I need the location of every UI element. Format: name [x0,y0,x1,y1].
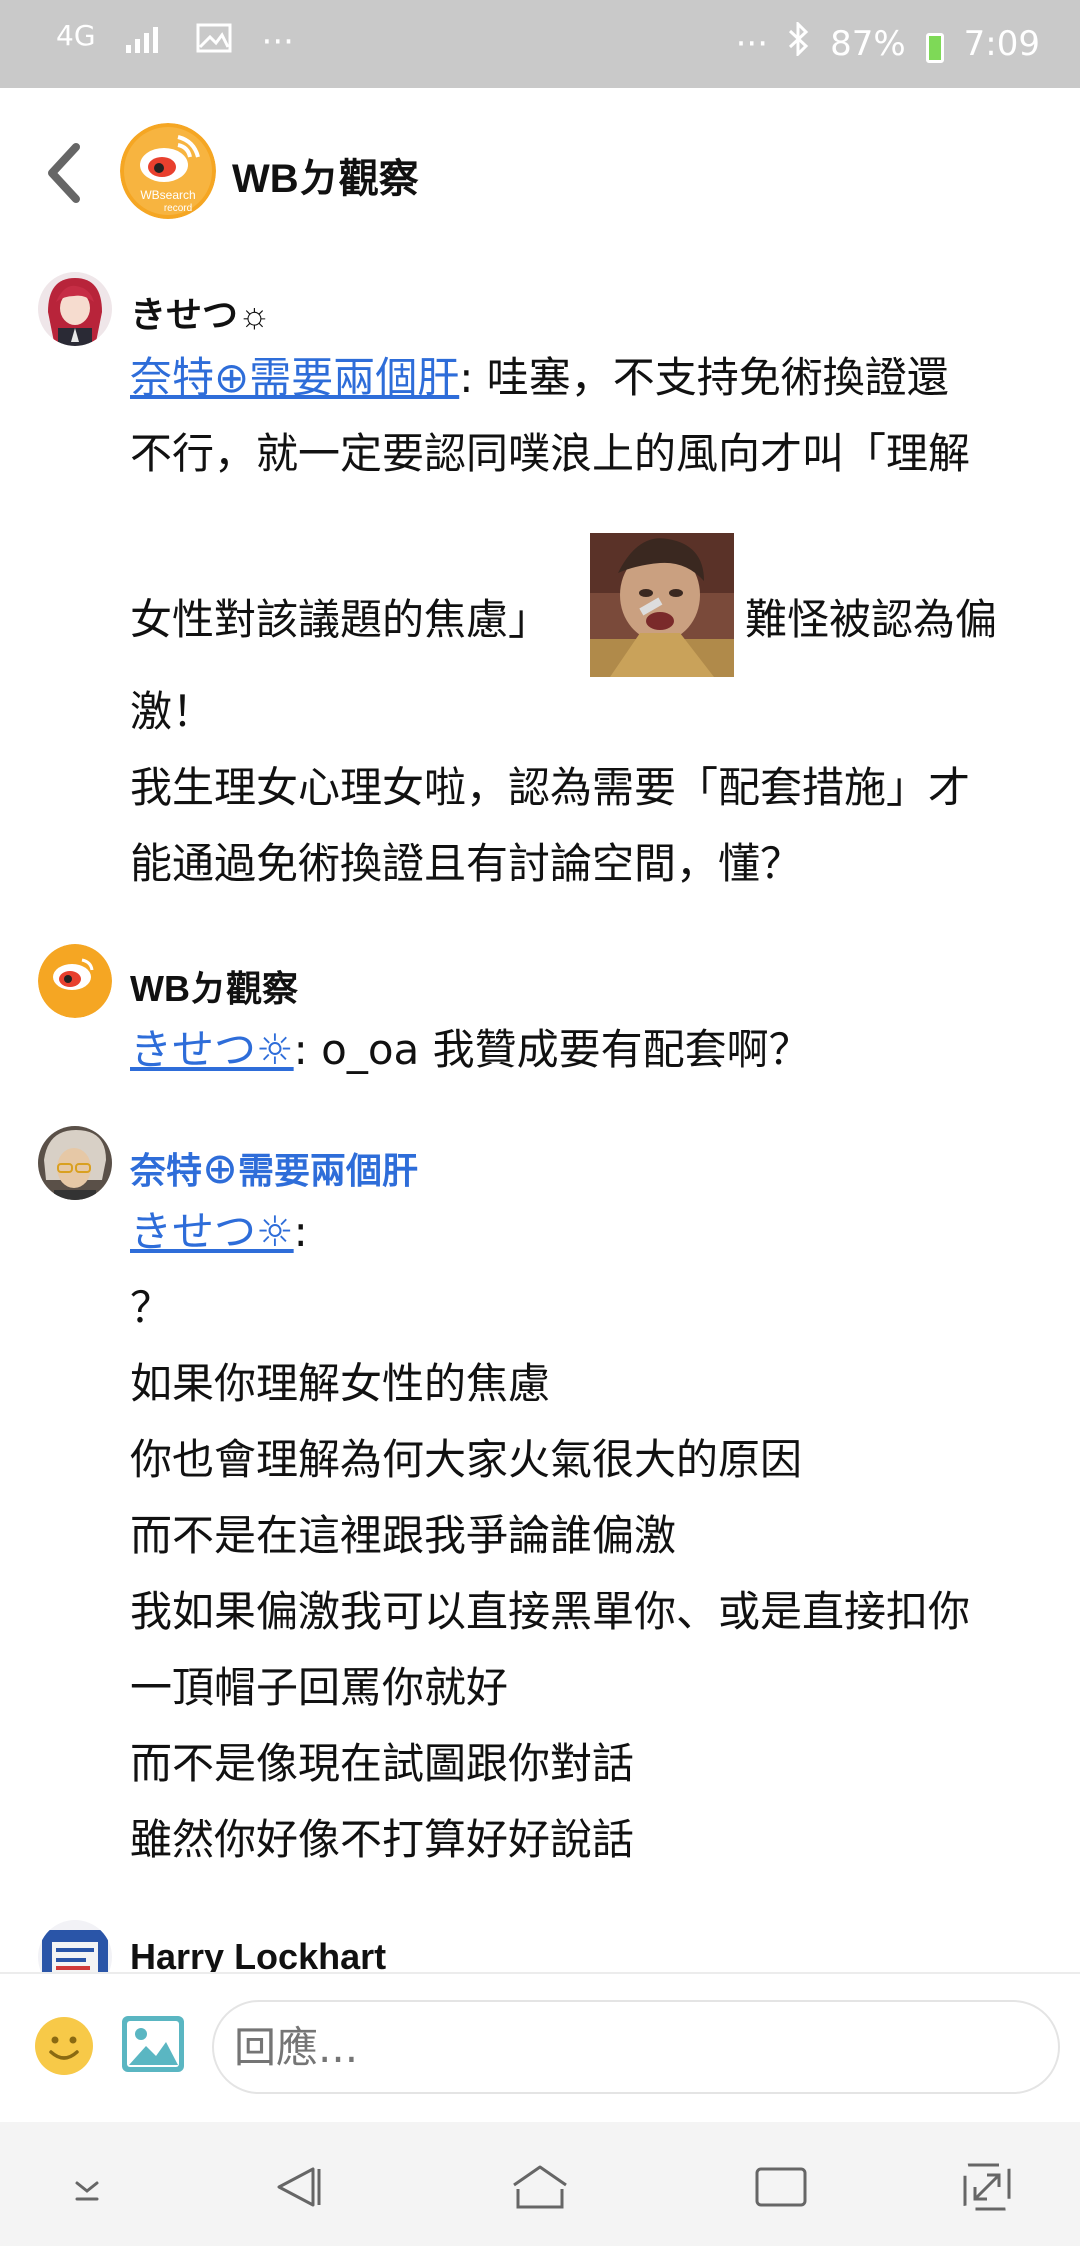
bluetooth-icon [788,20,810,65]
mention-link[interactable]: 奈特⊕需要兩個肝 [130,353,459,402]
mention-link[interactable]: きせつ☼ [130,1025,294,1074]
avatar[interactable] [38,272,112,346]
more-notifications: ··· [261,22,294,62]
message-text: : o_oa 我贊成要有配套啊？ [293,1025,811,1074]
more-notifications-right: ··· [735,23,769,64]
svg-text:WBsearch: WBsearch [140,188,195,202]
message-line: 我如果偏激我可以直接黑單你、或是直接扣你 [130,1587,971,1636]
sticker-image[interactable] [590,533,734,677]
battery-icon [925,32,944,63]
conversation-header: WBsearch record WBㄉ觀察 [0,88,1080,258]
network-type: 4G [56,19,96,52]
emoji-icon [35,2017,93,2075]
message-line: 雖然你好像不打算好好說話 [130,1815,635,1864]
chevron-left-icon [48,143,80,203]
conversation-title[interactable]: WBㄉ觀察 [232,146,419,204]
message-line: 不行，就一定要認同噗浪上的風向才叫「理解 [130,429,971,478]
back-button[interactable] [34,138,94,208]
message-line: 你也會理解為何大家火氣很大的原因 [130,1435,803,1484]
status-bar-left: 4G ··· [56,19,294,63]
message-line: 激！ [130,687,215,736]
recents-icon [755,2167,807,2207]
author-name[interactable]: きせつ☼ [130,286,271,338]
hide-keyboard-button[interactable] [52,2152,122,2222]
signal-icon [125,22,166,62]
image-icon [122,2016,184,2072]
nav-recents-button[interactable] [746,2152,816,2222]
attach-image-button[interactable] [122,2016,184,2072]
message-line: 一頂帽子回罵你就好 [130,1663,509,1712]
nav-back-button[interactable] [264,2152,334,2222]
battery-level: 87% [830,23,906,64]
clock: 7:09 [963,23,1040,64]
reply-bar [0,1972,1080,2122]
status-bar: 4G ··· ··· 87% 7:09 [0,0,1080,88]
message-line: 而不是在這裡跟我爭論誰偏激 [130,1511,677,1560]
message-line: 我生理女心理女啦，認為需要「配套措施」才 [130,763,971,812]
gallery-notification-icon [196,22,232,62]
status-bar-right: ··· 87% 7:09 [735,20,1040,65]
back-icon [277,2167,321,2207]
home-icon [513,2165,567,2209]
avatar[interactable] [38,1126,112,1200]
message-line: きせつ☼: [130,1202,308,1262]
expand-icon [963,2163,1011,2211]
author-name[interactable]: WBㄉ觀察 [130,960,298,1012]
message-line: 能通過免術換證且有討論空間，懂？ [130,839,803,888]
reply-input[interactable] [212,2000,1060,2094]
navigation-bar [0,2122,1080,2246]
message-line: 而不是像現在試圖跟你對話 [130,1739,635,1788]
nav-expand-button[interactable] [952,2152,1022,2222]
mention-link[interactable]: きせつ☼ [130,1207,294,1256]
message-text: : 哇塞，不支持免術換證還 [459,353,949,402]
message-line: ？ [130,1283,173,1332]
message-line: 難怪被認為偏 [745,595,998,644]
header-avatar[interactable]: WBsearch record [120,123,216,219]
message-line: きせつ☼: o_oa 我贊成要有配套啊？ [130,1020,811,1080]
message-text: : [293,1207,308,1256]
message-line: 奈特⊕需要兩個肝: 哇塞，不支持免術換證還 [130,348,949,408]
hide-keyboard-icon [75,2181,99,2201]
message-line: 如果你理解女性的焦慮 [130,1359,551,1408]
author-name[interactable]: 奈特⊕需要兩個肝 [130,1142,418,1194]
message-line: 女性對該議題的焦慮」 [130,595,551,644]
svg-text:record: record [164,203,192,214]
avatar[interactable] [38,944,112,1018]
nav-home-button[interactable] [505,2152,575,2222]
emoji-button[interactable] [34,2016,94,2076]
